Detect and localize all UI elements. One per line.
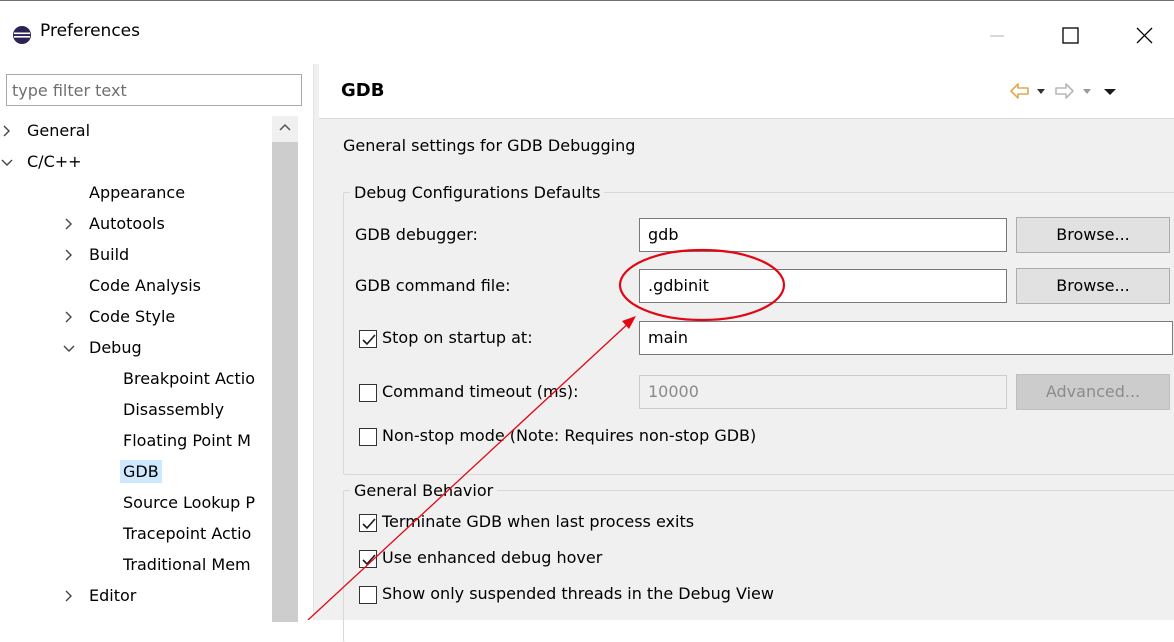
gdb-command-file-label: GDB command file: xyxy=(355,276,511,295)
tree-item-label: Autotools xyxy=(89,214,165,233)
window-title: Preferences xyxy=(40,21,140,41)
tree-item-label: Code Analysis xyxy=(89,276,201,295)
stop-on-startup-input[interactable]: main xyxy=(639,321,1173,355)
checkmark-icon xyxy=(362,518,376,530)
tree-item[interactable]: Code Style xyxy=(65,302,178,332)
maximize-button[interactable] xyxy=(1050,15,1090,55)
scroll-up-arrow-icon[interactable] xyxy=(278,122,292,132)
gdb-debugger-label: GDB debugger: xyxy=(355,225,478,244)
tree-item[interactable]: GDB xyxy=(120,457,162,487)
tree-item[interactable]: Autotools xyxy=(65,209,168,239)
tree-item[interactable]: Traditional Mem xyxy=(120,550,254,580)
gdb-command-file-browse-button[interactable]: Browse... xyxy=(1016,268,1170,304)
tree-item-label: General xyxy=(27,121,91,140)
group-legend: General Behavior xyxy=(354,481,494,500)
suspended-threads-label: Show only suspended threads in the Debug… xyxy=(382,584,774,603)
tree-item[interactable]: Disassembly xyxy=(120,395,227,425)
close-button[interactable] xyxy=(1124,15,1164,55)
tree-scrollbar[interactable] xyxy=(272,116,298,622)
tree-item[interactable]: Code Analysis xyxy=(86,271,204,301)
preference-page: GDB General settings for GDB Debugging D… xyxy=(319,64,1174,642)
tree-item-label: Disassembly xyxy=(123,400,225,419)
page-description: General settings for GDB Debugging xyxy=(343,136,636,155)
non-stop-mode-checkbox[interactable] xyxy=(359,428,377,446)
tree-item[interactable]: Source Lookup P xyxy=(120,488,258,518)
tree-item[interactable]: Appearance xyxy=(86,178,188,208)
tree-item-label: Source Lookup P xyxy=(123,493,256,512)
chevron-down-icon[interactable] xyxy=(0,147,14,177)
gdb-command-file-input[interactable]: .gdbinit xyxy=(639,269,1007,303)
suspended-threads-checkbox[interactable] xyxy=(359,586,377,604)
tree-item-label: Build xyxy=(89,245,130,264)
terminate-gdb-checkbox[interactable] xyxy=(359,514,377,532)
enhanced-hover-label: Use enhanced debug hover xyxy=(382,548,603,567)
back-arrow-icon[interactable] xyxy=(1009,80,1031,102)
minimize-button[interactable] xyxy=(976,15,1016,55)
tree-item-label: Tracepoint Actio xyxy=(123,524,252,543)
command-timeout-checkbox[interactable] xyxy=(359,384,377,402)
tree-item[interactable]: General xyxy=(3,116,93,146)
preference-tree: General C/C++ Appearance Autotools Build Code… xyxy=(0,116,272,620)
chevron-right-icon[interactable] xyxy=(62,581,76,611)
command-timeout-input[interactable]: 10000 xyxy=(639,375,1007,409)
chevron-right-icon[interactable] xyxy=(62,240,76,270)
chevron-right-icon[interactable] xyxy=(0,116,14,146)
tree-item[interactable]: Breakpoint Actio xyxy=(120,364,258,394)
close-icon xyxy=(1136,27,1153,44)
non-stop-mode-label: Non-stop mode (Note: Requires non-stop G… xyxy=(382,426,757,445)
tree-item-label: Debug xyxy=(89,338,142,357)
chevron-right-icon[interactable] xyxy=(62,209,76,239)
preferences-navigation-panel: General C/C++ Appearance Autotools Build Code… xyxy=(0,64,312,622)
checkmark-icon xyxy=(362,334,376,346)
gdb-debugger-input[interactable]: gdb xyxy=(639,218,1007,252)
advanced-button[interactable]: Advanced... xyxy=(1016,374,1170,410)
tree-item[interactable]: Tracepoint Actio xyxy=(120,519,254,549)
tree-item[interactable]: Build xyxy=(65,240,132,270)
forward-arrow-icon[interactable] xyxy=(1053,80,1075,102)
tree-item-label: Traditional Mem xyxy=(123,555,251,574)
chevron-down-icon[interactable] xyxy=(62,333,76,363)
enhanced-hover-checkbox[interactable] xyxy=(359,550,377,568)
minimize-icon xyxy=(990,35,1004,37)
stop-on-startup-checkbox[interactable] xyxy=(359,330,377,348)
title-bar: Preferences xyxy=(0,0,1174,64)
page-title: GDB xyxy=(341,80,385,101)
page-header: GDB xyxy=(319,64,1174,119)
tree-item-label: Appearance xyxy=(89,183,186,202)
tree-item[interactable]: Editor xyxy=(65,581,139,611)
tree-item-label: Code Style xyxy=(89,307,176,326)
scroll-thumb[interactable] xyxy=(272,142,298,622)
terminate-gdb-label: Terminate GDB when last process exits xyxy=(382,512,695,531)
maximize-icon xyxy=(1062,27,1079,44)
command-timeout-label: Command timeout (ms): xyxy=(382,382,579,401)
eclipse-icon xyxy=(13,26,31,44)
tree-item-label: Breakpoint Actio xyxy=(123,369,255,388)
gdb-debugger-browse-button[interactable]: Browse... xyxy=(1016,217,1170,253)
tree-item-label: C/C++ xyxy=(27,152,82,171)
tree-item[interactable]: Debug xyxy=(63,333,145,363)
tree-item-label: GDB xyxy=(120,460,162,483)
tree-item-label: Floating Point M xyxy=(123,431,251,450)
dropdown-icon[interactable] xyxy=(1035,84,1047,98)
checkmark-icon xyxy=(362,554,376,566)
filter-input[interactable] xyxy=(6,74,302,106)
chevron-right-icon[interactable] xyxy=(62,302,76,332)
stop-on-startup-label: Stop on startup at: xyxy=(382,328,533,347)
tree-item[interactable]: Floating Point M xyxy=(120,426,254,456)
dropdown-icon[interactable] xyxy=(1081,84,1093,98)
tree-item[interactable]: C/C++ xyxy=(1,147,85,177)
group-legend: Debug Configurations Defaults xyxy=(354,183,601,202)
tree-item-label: Editor xyxy=(89,586,137,605)
menu-icon[interactable] xyxy=(1103,84,1117,98)
